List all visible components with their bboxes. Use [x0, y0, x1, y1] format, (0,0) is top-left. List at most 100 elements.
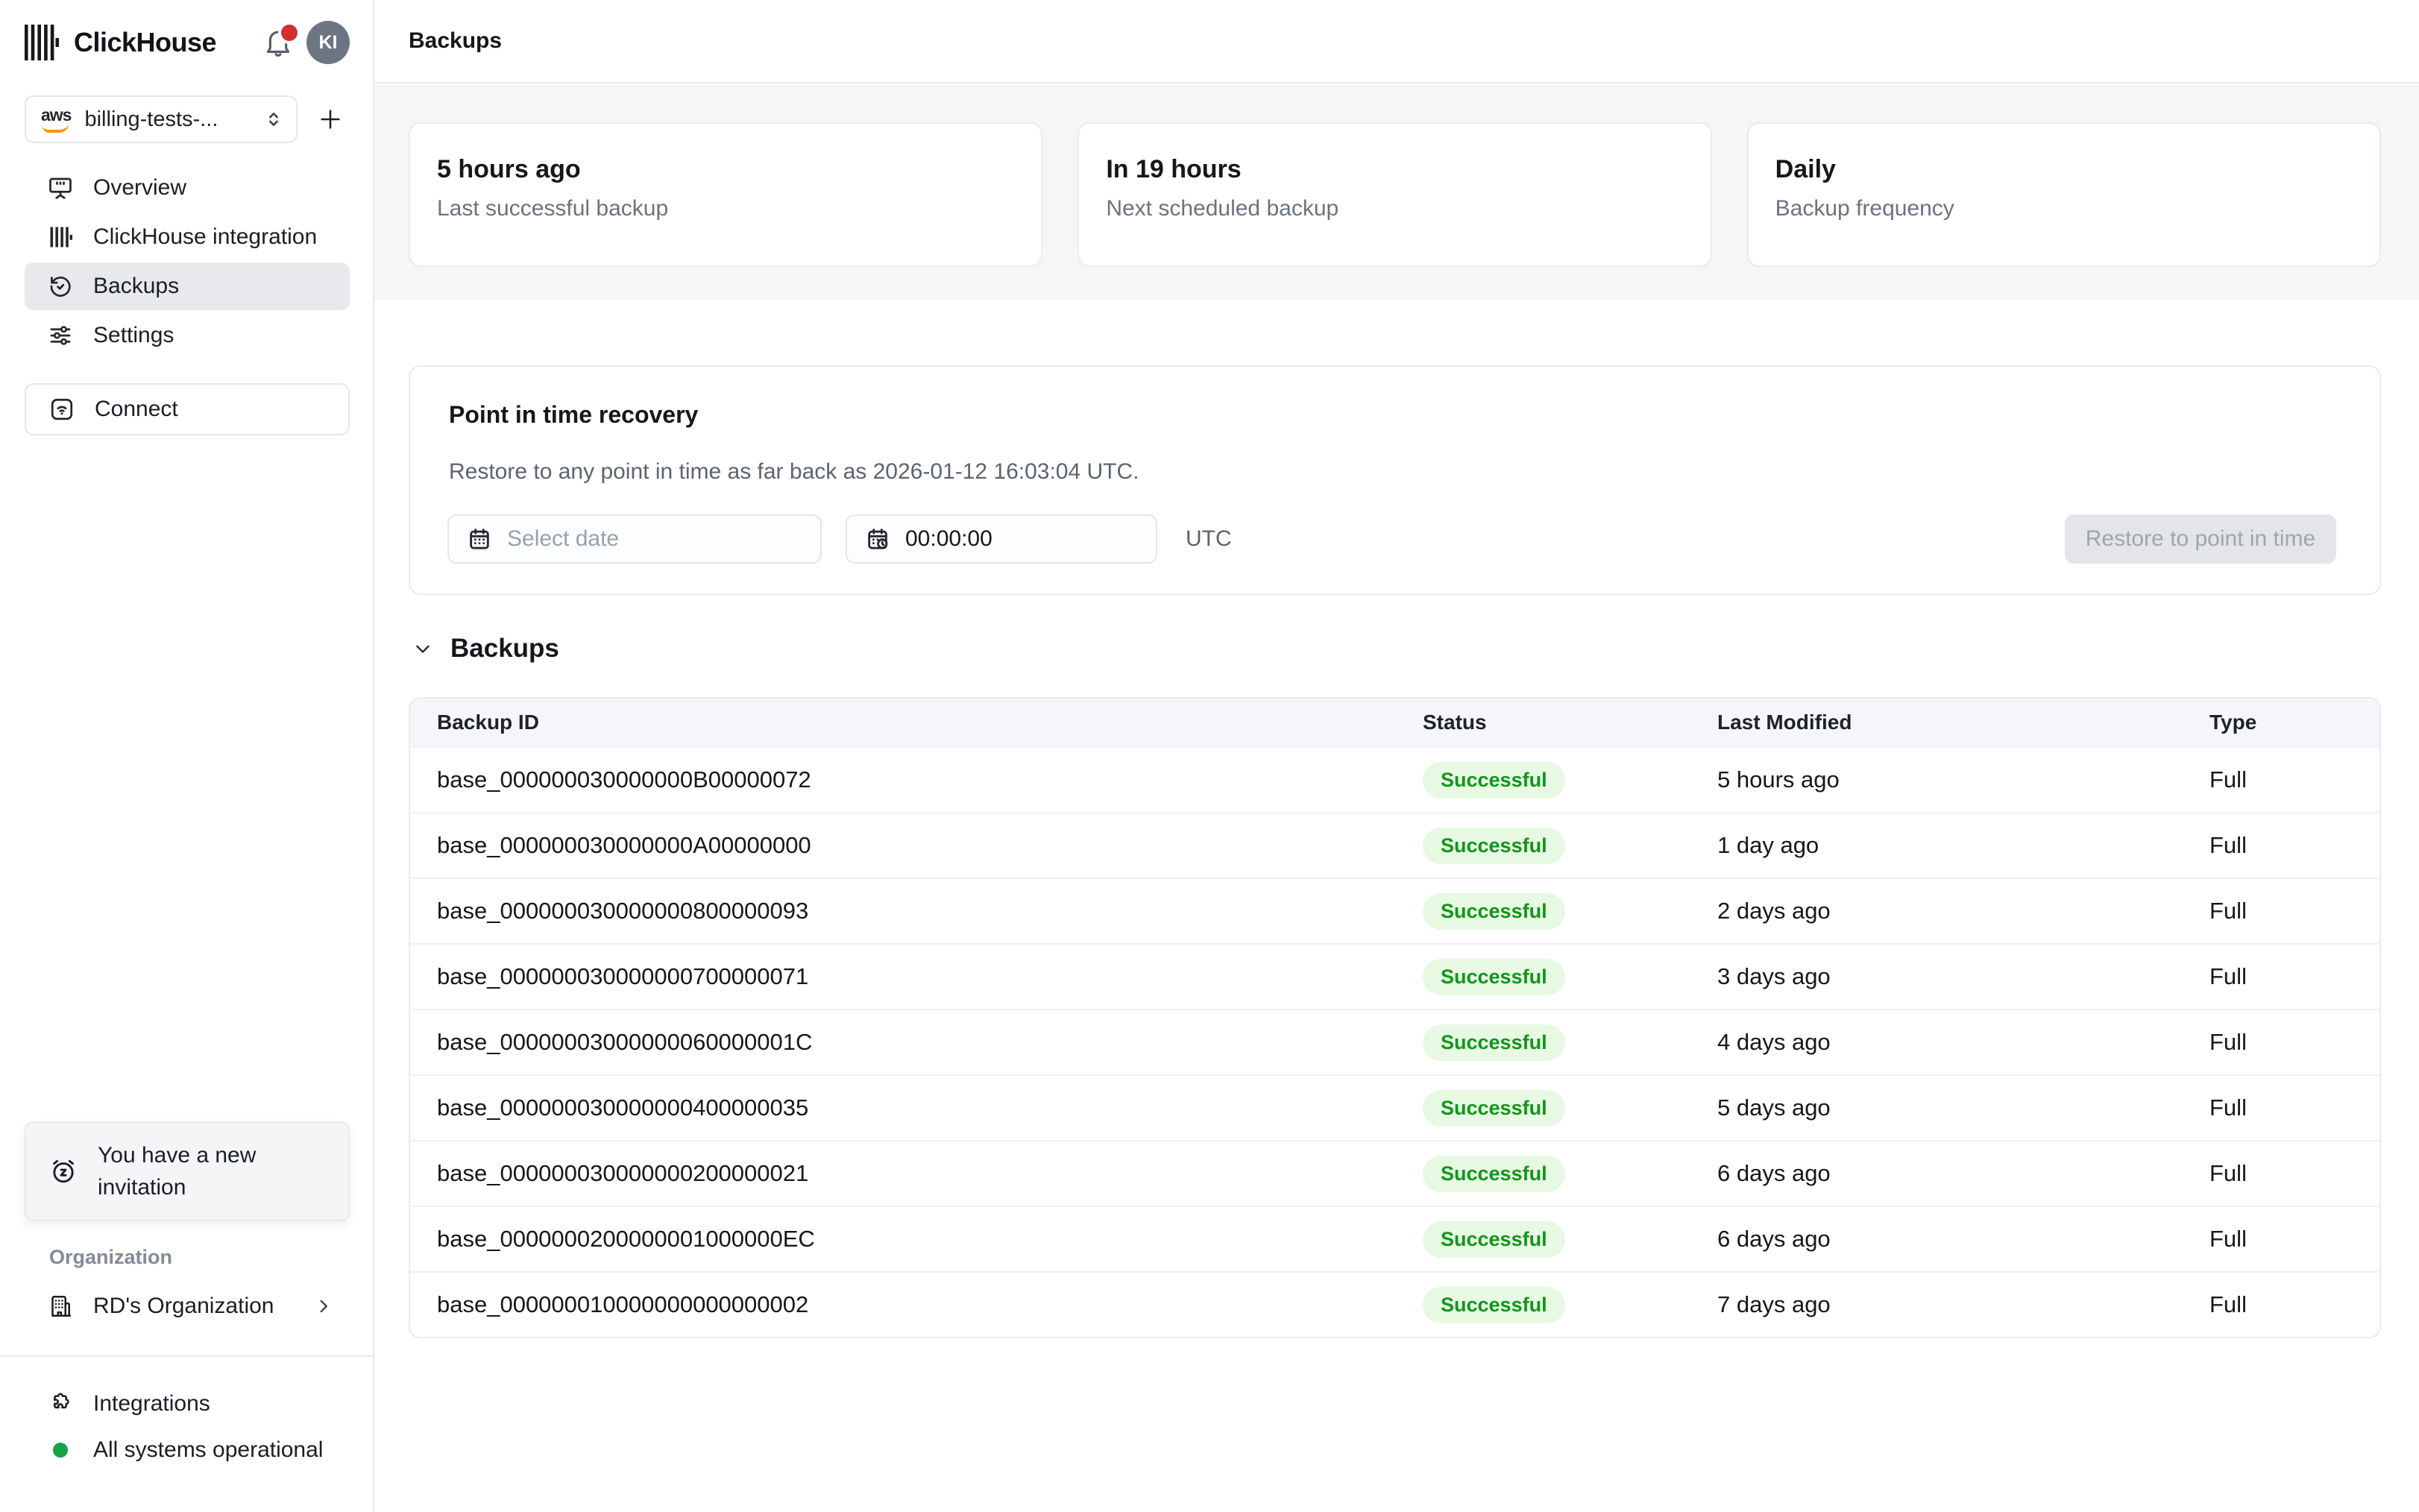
table-row: base_000000030000000B00000072 Successful… — [410, 746, 2379, 812]
table-row: base_000000030000000A00000000 Successful… — [410, 812, 2379, 878]
logo-row: ClickHouse KI — [25, 19, 350, 66]
table-row: base_000000010000000000000002 Successful… — [410, 1271, 2379, 1337]
type-cell: Full — [2209, 963, 2379, 990]
backup-history-icon — [47, 273, 74, 300]
add-service-button[interactable] — [311, 100, 350, 139]
calendar-icon — [467, 526, 492, 552]
calendar-clock-icon — [865, 526, 890, 552]
system-status-link[interactable]: All systems operational — [25, 1427, 350, 1473]
type-cell: Full — [2209, 1029, 2379, 1056]
connect-icon — [48, 396, 75, 423]
backup-id-cell: base_0000000200000001000000EC — [410, 1226, 1423, 1253]
alarm-snooze-icon — [48, 1156, 78, 1186]
table-row: base_0000000200000001000000EC Successful… — [410, 1206, 2379, 1271]
backups-table: Backup ID Status Last Modified Type base… — [409, 697, 2381, 1338]
table-row: base_000000030000000400000035 Successful… — [410, 1074, 2379, 1140]
puzzle-icon — [47, 1390, 74, 1417]
sidebar-divider — [0, 1355, 373, 1357]
type-cell: Full — [2209, 832, 2379, 859]
backups-section-title: Backups — [450, 634, 559, 664]
last-modified-cell: 6 days ago — [1717, 1160, 2209, 1187]
notifications-bell-icon[interactable] — [262, 25, 295, 60]
column-header-last-modified: Last Modified — [1717, 711, 2209, 734]
time-value: 00:00:00 — [905, 526, 993, 552]
status-badge: Successful — [1423, 893, 1565, 930]
last-modified-cell: 6 days ago — [1717, 1226, 2209, 1253]
table-row: base_000000030000000700000071 Successful… — [410, 943, 2379, 1009]
main-content: Backups 5 hours ago Last successful back… — [374, 0, 2419, 1512]
pitr-description: Restore to any point in time as far back… — [449, 459, 1139, 485]
sidebar-item-label: Overview — [93, 175, 186, 201]
sidebar-item-backups[interactable]: Backups — [25, 262, 350, 310]
organization-section-label: Organization — [49, 1246, 172, 1269]
restore-to-point-in-time-button[interactable]: Restore to point in time — [2065, 514, 2336, 564]
card-title: In 19 hours — [1106, 155, 1710, 184]
service-selector[interactable]: aws billing-tests-... — [25, 95, 298, 143]
aws-icon: aws — [41, 107, 71, 133]
last-modified-cell: 7 days ago — [1717, 1291, 2209, 1318]
date-placeholder: Select date — [507, 526, 619, 552]
column-header-backup-id: Backup ID — [410, 711, 1423, 734]
pitr-title: Point in time recovery — [449, 401, 698, 429]
backup-id-cell: base_000000030000000200000021 — [410, 1160, 1423, 1187]
backup-frequency-card: Daily Backup frequency — [1747, 122, 2381, 267]
building-icon — [47, 1293, 74, 1320]
backup-id-cell: base_000000030000000A00000000 — [410, 832, 1423, 859]
organization-switcher[interactable]: RD's Organization — [25, 1284, 350, 1329]
last-modified-cell: 5 hours ago — [1717, 766, 2209, 793]
notification-badge-dot — [278, 22, 301, 44]
backup-id-cell: base_000000030000000800000093 — [410, 898, 1423, 924]
chevron-down-icon — [412, 637, 434, 660]
column-header-status: Status — [1423, 711, 1717, 734]
table-row: base_000000030000000800000093 Successful… — [410, 878, 2379, 943]
connect-button[interactable]: Connect — [25, 383, 350, 435]
last-modified-cell: 5 days ago — [1717, 1094, 2209, 1121]
sidebar-item-label: Settings — [93, 323, 174, 348]
last-modified-cell: 1 day ago — [1717, 832, 2209, 859]
card-subtitle: Last successful backup — [437, 196, 1041, 221]
sidebar: ClickHouse KI aws billing-tests-... — [0, 0, 374, 1512]
chevron-right-icon — [314, 1297, 333, 1316]
backup-id-cell: base_000000010000000000000002 — [410, 1291, 1423, 1318]
next-scheduled-backup-card: In 19 hours Next scheduled backup — [1078, 122, 1711, 267]
card-title: Daily — [1775, 155, 2379, 184]
summary-cards-row: 5 hours ago Last successful backup In 19… — [374, 85, 2419, 300]
last-successful-backup-card: 5 hours ago Last successful backup — [409, 122, 1042, 267]
type-cell: Full — [2209, 1160, 2379, 1187]
integrations-label: Integrations — [93, 1391, 210, 1417]
status-badge: Successful — [1423, 1024, 1565, 1061]
status-badge: Successful — [1423, 1287, 1565, 1323]
pitr-inputs-row: Select date 00:00:00 UTC — [447, 514, 1232, 564]
page-header: Backups — [374, 0, 2419, 84]
sidebar-item-label: Backups — [93, 274, 179, 299]
sidebar-item-overview[interactable]: Overview — [25, 164, 350, 212]
time-picker-input[interactable]: 00:00:00 — [846, 514, 1157, 564]
clickhouse-cloud-app: ClickHouse KI aws billing-tests-... — [0, 0, 2419, 1512]
card-subtitle: Backup frequency — [1775, 196, 2379, 221]
backups-section-toggle[interactable]: Backups — [412, 634, 559, 664]
type-cell: Full — [2209, 1094, 2379, 1121]
clickhouse-logo-icon — [25, 25, 59, 60]
integrations-link[interactable]: Integrations — [25, 1381, 350, 1427]
page-title: Backups — [409, 28, 502, 54]
status-badge: Successful — [1423, 1221, 1565, 1258]
sidebar-item-clickhouse-integration[interactable]: ClickHouse integration — [25, 213, 350, 261]
type-cell: Full — [2209, 1291, 2379, 1318]
service-selector-label: billing-tests-... — [84, 107, 250, 132]
clickhouse-bars-icon — [47, 224, 74, 251]
point-in-time-recovery-card: Point in time recovery Restore to any po… — [409, 365, 2381, 595]
service-selector-row: aws billing-tests-... — [25, 95, 350, 143]
status-badge: Successful — [1423, 1156, 1565, 1192]
invitation-banner[interactable]: You have a new invitation — [25, 1121, 350, 1221]
status-badge: Successful — [1423, 762, 1565, 798]
app-title: ClickHouse — [74, 27, 216, 58]
type-cell: Full — [2209, 766, 2379, 793]
last-modified-cell: 4 days ago — [1717, 1029, 2209, 1056]
sidebar-item-settings[interactable]: Settings — [25, 312, 350, 359]
system-status-label: All systems operational — [93, 1437, 323, 1463]
avatar[interactable]: KI — [306, 21, 350, 64]
date-picker-input[interactable]: Select date — [447, 514, 822, 564]
sidebar-item-label: ClickHouse integration — [93, 224, 317, 250]
operational-status-dot — [47, 1437, 74, 1464]
invitation-text: You have a new invitation — [98, 1139, 306, 1203]
